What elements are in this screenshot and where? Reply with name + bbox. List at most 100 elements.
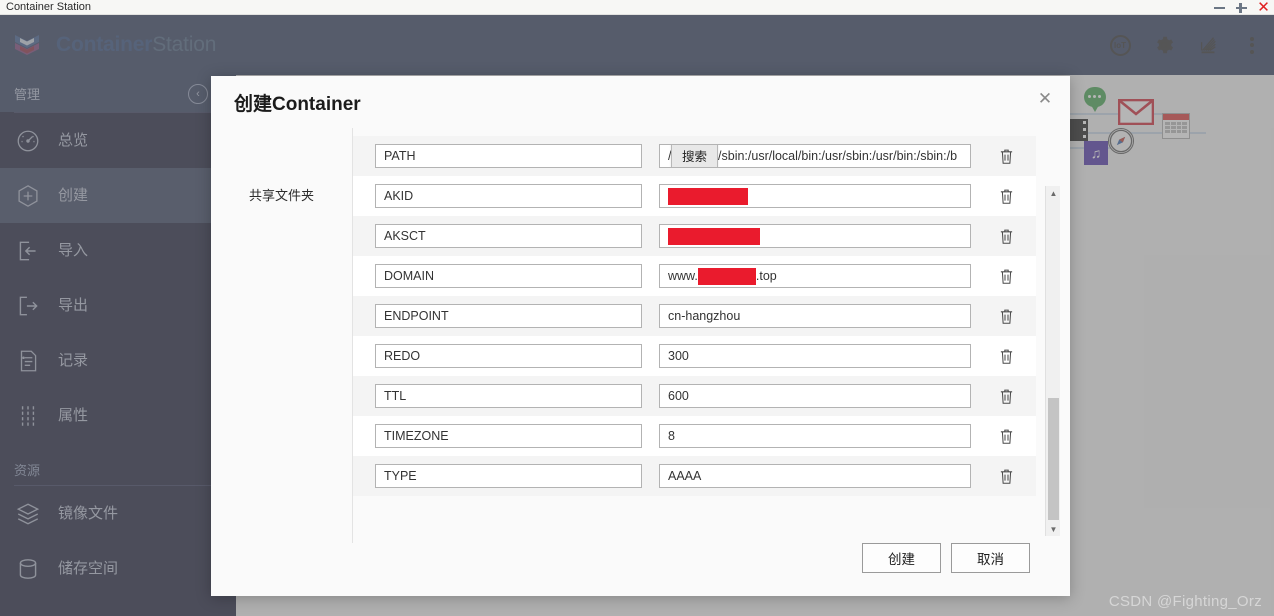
scroll-up-arrow-icon[interactable]: ▲ [1046, 186, 1061, 200]
header-icon-bar: IoT [1108, 15, 1264, 75]
search-tooltip: 搜索 [671, 145, 719, 167]
import-icon [14, 237, 42, 265]
env-key-input[interactable]: DOMAIN [375, 264, 642, 288]
sidebar-item-create[interactable]: 创建 [0, 168, 236, 223]
close-icon[interactable]: ✕ [1034, 88, 1056, 110]
sidebar-section-management: 管理 ‹ [0, 75, 236, 112]
sidebar-item-import-label: 导入 [58, 242, 89, 259]
table-row: TYPE AAAA [353, 456, 1036, 496]
calendar-icon [1162, 113, 1190, 139]
database-icon [14, 555, 42, 583]
sliders-icon [14, 402, 42, 430]
env-value-input[interactable]: www. .top [659, 264, 971, 288]
close-button[interactable]: ✕ [1257, 0, 1270, 15]
plus-hexagon-icon [14, 182, 42, 210]
table-row: ENDPOINT cn-hangzhou [353, 296, 1036, 336]
dashboard-icon [14, 127, 42, 155]
env-value-input[interactable] [659, 224, 971, 248]
iot-icon[interactable]: IoT [1108, 33, 1132, 57]
sidebar-item-properties-label: 属性 [58, 407, 89, 424]
env-key-input[interactable]: TIMEZONE [375, 424, 642, 448]
table-row: PATH /usr/local/sbin:/usr/local/bin:/usr… [353, 136, 1036, 176]
overflow-menu-icon[interactable] [1240, 33, 1264, 57]
sidebar-item-storage[interactable]: 储存空间 [0, 541, 236, 596]
env-rows-viewport: PATH /usr/local/sbin:/usr/local/bin:/usr… [353, 136, 1053, 534]
gear-icon[interactable] [1152, 33, 1176, 57]
env-value-input[interactable]: 300 [659, 344, 971, 368]
sidebar-item-storage-label: 储存空间 [58, 560, 119, 577]
sidebar-item-overview[interactable]: 总览 [0, 113, 236, 168]
trash-icon[interactable] [998, 267, 1014, 285]
window-title: Container Station [6, 1, 91, 13]
export-icon [14, 292, 42, 320]
watermark: CSDN @Fighting_Orz [1108, 593, 1262, 610]
env-key-input[interactable]: ENDPOINT [375, 304, 642, 328]
trash-icon[interactable] [998, 147, 1014, 165]
table-row: DOMAIN www. .top [353, 256, 1036, 296]
env-value-input[interactable] [659, 184, 971, 208]
sidebar-item-images-label: 镜像文件 [58, 505, 119, 522]
iot-label: IoT [1109, 34, 1131, 56]
sidebar-item-images[interactable]: 镜像文件 [0, 486, 236, 541]
sidebar-item-export[interactable]: 导出 [0, 278, 236, 333]
compass-icon [1108, 128, 1134, 154]
sidebar-item-log-label: 记录 [58, 352, 89, 369]
env-value-input[interactable]: AAAA [659, 464, 971, 488]
env-key-input[interactable]: PATH [375, 144, 642, 168]
brand-bold: Container [56, 33, 153, 56]
window-controls: ✕ [1213, 0, 1270, 15]
trash-icon[interactable] [998, 427, 1014, 445]
create-container-dialog: 创建Container ✕ 共享文件夹 PATH /usr/local/sbin… [211, 76, 1070, 596]
env-key-input[interactable]: AKID [375, 184, 642, 208]
env-value-input[interactable]: 600 [659, 384, 971, 408]
scrollbar-thumb[interactable] [1048, 398, 1059, 520]
sidebar-item-log[interactable]: 记录 [0, 333, 236, 388]
maximize-button[interactable] [1235, 1, 1248, 14]
trash-icon[interactable] [998, 467, 1014, 485]
env-value-input[interactable]: /usr/local/sbin:/usr/local/bin:/usr/sbin… [659, 144, 971, 168]
env-value-suffix: .top [755, 269, 777, 283]
env-key-input[interactable]: TYPE [375, 464, 642, 488]
table-row: TIMEZONE 8 [353, 416, 1036, 456]
env-key-input[interactable]: REDO [375, 344, 642, 368]
dialog-footer: 创建 取消 [211, 543, 1070, 596]
sidebar-item-create-label: 创建 [58, 187, 89, 204]
env-rows-scrollbar[interactable]: ▲ ▼ [1045, 186, 1060, 536]
layers-icon [14, 500, 42, 528]
sidebar-item-import[interactable]: 导入 [0, 223, 236, 278]
app-root: Container Station ✕ ContainerStation IoT [0, 0, 1274, 616]
redacted-value [668, 227, 760, 245]
table-row: REDO 300 [353, 336, 1036, 376]
env-value-input[interactable]: cn-hangzhou [659, 304, 971, 328]
env-rows-list: PATH /usr/local/sbin:/usr/local/bin:/usr… [353, 136, 1036, 496]
brand-light: Station [152, 33, 217, 56]
dialog-body: 共享文件夹 PATH /usr/local/sbin:/usr/local/bi… [211, 128, 1070, 543]
sidebar-collapse-icon[interactable]: ‹ [188, 83, 208, 104]
scroll-down-arrow-icon[interactable]: ▼ [1046, 522, 1061, 536]
trash-icon[interactable] [998, 307, 1014, 325]
sidebar-section-resource-label: 资源 [14, 463, 41, 478]
env-value-input[interactable]: 8 [659, 424, 971, 448]
window-titlebar: Container Station ✕ [0, 0, 1274, 15]
env-key-input[interactable]: AKSCT [375, 224, 642, 248]
sidebar-item-properties[interactable]: 属性 [0, 388, 236, 443]
trash-icon[interactable] [998, 227, 1014, 245]
sidebar-item-export-label: 导出 [58, 297, 89, 314]
table-row: TTL 600 [353, 376, 1036, 416]
env-key-input[interactable]: TTL [375, 384, 642, 408]
manual-icon[interactable] [1196, 33, 1220, 57]
redacted-value [697, 267, 756, 285]
trash-icon[interactable] [998, 187, 1014, 205]
sidebar-section-resource: 资源 [0, 443, 236, 485]
sidebar-section-management-label: 管理 [14, 87, 41, 102]
app-header: ContainerStation IoT [0, 15, 1274, 75]
trash-icon[interactable] [998, 347, 1014, 365]
mail-icon [1118, 99, 1154, 125]
dialog-header: 创建Container ✕ [211, 76, 1070, 128]
table-row: AKSCT [353, 216, 1036, 256]
music-icon: ♫ [1084, 141, 1108, 165]
trash-icon[interactable] [998, 387, 1014, 405]
dialog-confirm-button[interactable]: 创建 [862, 543, 941, 573]
dialog-cancel-button[interactable]: 取消 [951, 543, 1030, 573]
minimize-button[interactable] [1213, 1, 1226, 14]
